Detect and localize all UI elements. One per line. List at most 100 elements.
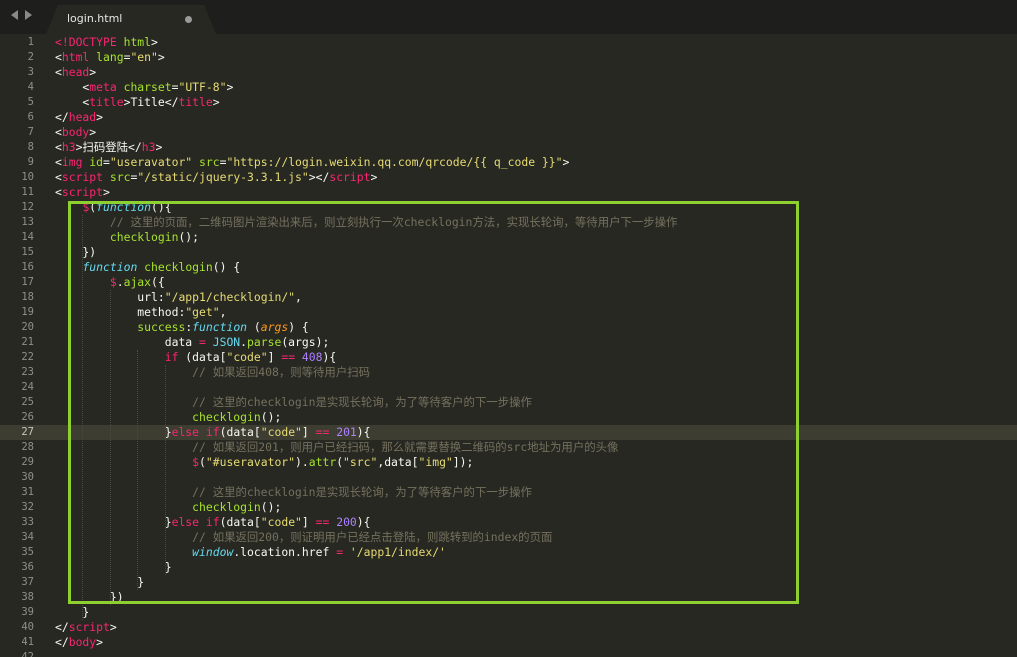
line-number: 1 [27,36,34,48]
code-token: < [55,140,62,154]
code-token: success [137,320,186,334]
code-line-22[interactable]: 22 if (data["code"] == 408){ [0,350,1017,365]
code-line-4[interactable]: 4 <meta charset="UTF-8"> [0,80,1017,95]
code-line-33[interactable]: 33 }else if(data["code"] == 200){ [0,515,1017,530]
line-number: 6 [27,111,34,123]
line-number: 11 [21,186,34,198]
code-line-32[interactable]: 32 checklogin(); [0,500,1017,515]
code-line-1[interactable]: 1 <!DOCTYPE html> [0,35,1017,50]
line-number: 22 [21,351,34,363]
code-line-12[interactable]: 12 $(function(){ [0,200,1017,215]
code-token: ){ [356,515,371,529]
code-token: > [155,140,163,154]
code-line-40[interactable]: 40 </script> [0,620,1017,635]
code-line-15[interactable]: 15 }) [0,245,1017,260]
line-number: 15 [21,246,34,258]
code-line-27[interactable]: 27 }else if(data["code"] == 201){ [0,425,1017,440]
code-line-16[interactable]: 16 function checklogin() { [0,260,1017,275]
line-number: 29 [21,456,34,468]
code-token: == [315,515,330,529]
line-number: 35 [21,546,34,558]
line-number: 10 [21,171,34,183]
code-token: function [96,200,152,214]
code-line-28[interactable]: 28 // 如果返回201，则用户已经扫码，那么就需要替换二维码的src地址为用… [0,440,1017,455]
code-line-6[interactable]: 6 </head> [0,110,1017,125]
code-line-31[interactable]: 31 // 这里的checklogin是实现长轮询，为了等待客户的下一步操作 [0,485,1017,500]
code-line-11[interactable]: 11 <script> [0,185,1017,200]
code-line-36[interactable]: 36 } [0,560,1017,575]
code-text: if (data["code"] == 408){ [55,350,336,365]
line-number: 13 [21,216,34,228]
code-text: } [55,605,89,620]
code-text: <meta charset="UTF-8"> [55,80,233,95]
back-arrow-icon[interactable] [11,10,18,20]
code-token: img [61,155,83,169]
code-line-37[interactable]: 37 } [0,575,1017,590]
code-line-21[interactable]: 21 data = JSON.parse(args); [0,335,1017,350]
line-number: 42 [21,651,34,657]
code-token: . [240,335,248,349]
code-token: body [68,635,97,649]
code-token: < [55,125,62,139]
code-token: ){ [356,425,371,439]
code-token: h3 [61,140,76,154]
code-line-29[interactable]: 29 $("#useravator").attr("src",data["img… [0,455,1017,470]
code-token: "code" [260,515,302,529]
code-token: if [205,425,220,439]
code-line-7[interactable]: 7 <body> [0,125,1017,140]
code-text: <!DOCTYPE html> [55,35,158,50]
code-line-19[interactable]: 19 method:"get", [0,305,1017,320]
code-token: ( [247,320,261,334]
code-line-23[interactable]: 23 // 如果返回408，则等待用户扫码 [0,365,1017,380]
code-text: // 这里的checklogin是实现长轮询，为了等待客户的下一步操作 [55,485,532,500]
line-number: 5 [27,96,34,108]
tab-login-html[interactable]: login.html [46,5,216,34]
code-line-13[interactable]: 13 // 这里的页面，二维码图片渲染出来后，则立刻执行一次checklogin… [0,215,1017,230]
code-line-5[interactable]: 5 <title>Title</title> [0,95,1017,110]
code-line-20[interactable]: 20 success:function (args) { [0,320,1017,335]
code-line-25[interactable]: 25 // 这里的checklogin是实现长轮询，为了等待客户的下一步操作 [0,395,1017,410]
forward-arrow-icon[interactable] [25,10,32,20]
code-text: // 如果返回200，则证明用户已经点击登陆，则跳转到的index的页面 [55,530,552,545]
code-line-26[interactable]: 26 checklogin(); [0,410,1017,425]
code-token: html [61,50,90,64]
code-token: // 这里的checklogin是实现长轮询，为了等待客户的下一步操作 [192,485,532,499]
code-line-2[interactable]: 2 <html lang="en"> [0,50,1017,65]
code-line-17[interactable]: 17 $.ajax({ [0,275,1017,290]
code-line-18[interactable]: 18 url:"/app1/checklogin/", [0,290,1017,305]
code-editor[interactable]: 1 <!DOCTYPE html> 2 <html lang="en"> 3 <head>… [0,34,1017,657]
code-line-14[interactable]: 14 checklogin(); [0,230,1017,245]
code-line-41[interactable]: 41 </body> [0,635,1017,650]
code-text: } [55,560,172,575]
line-number: 16 [21,261,34,273]
code-line-8[interactable]: 8 <h3>扫码登陆</h3> [0,140,1017,155]
code-line-30[interactable]: 30 [0,470,1017,485]
code-token: > [212,95,220,109]
code-line-39[interactable]: 39 } [0,605,1017,620]
line-number: 36 [21,561,34,573]
code-line-42[interactable]: 42 [0,650,1017,657]
code-token: (); [260,410,282,424]
code-line-3[interactable]: 3 <head> [0,65,1017,80]
tab-title: login.html [67,12,123,25]
code-line-9[interactable]: 9 <img id="useravator" src="https://login… [0,155,1017,170]
line-number: 24 [21,381,34,393]
unsaved-dot-icon[interactable] [185,16,192,23]
code-line-38[interactable]: 38 }) [0,590,1017,605]
code-text: $(function(){ [55,200,171,215]
code-text: }else if(data["code"] == 200){ [55,515,371,530]
code-line-34[interactable]: 34 // 如果返回200，则证明用户已经点击登陆，则跳转到的index的页面 [0,530,1017,545]
line-number: 31 [21,486,34,498]
line-number: 12 [21,201,34,213]
code-token: (); [178,230,200,244]
line-number: 37 [21,576,34,588]
code-line-24[interactable]: 24 [0,380,1017,395]
code-token: // 如果返回408，则等待用户扫码 [192,365,370,379]
code-line-35[interactable]: 35 window.location.href = '/app1/index/' [0,545,1017,560]
code-text: }) [55,245,96,260]
code-line-10[interactable]: 10 <script src="/static/jquery-3.3.1.js">… [0,170,1017,185]
